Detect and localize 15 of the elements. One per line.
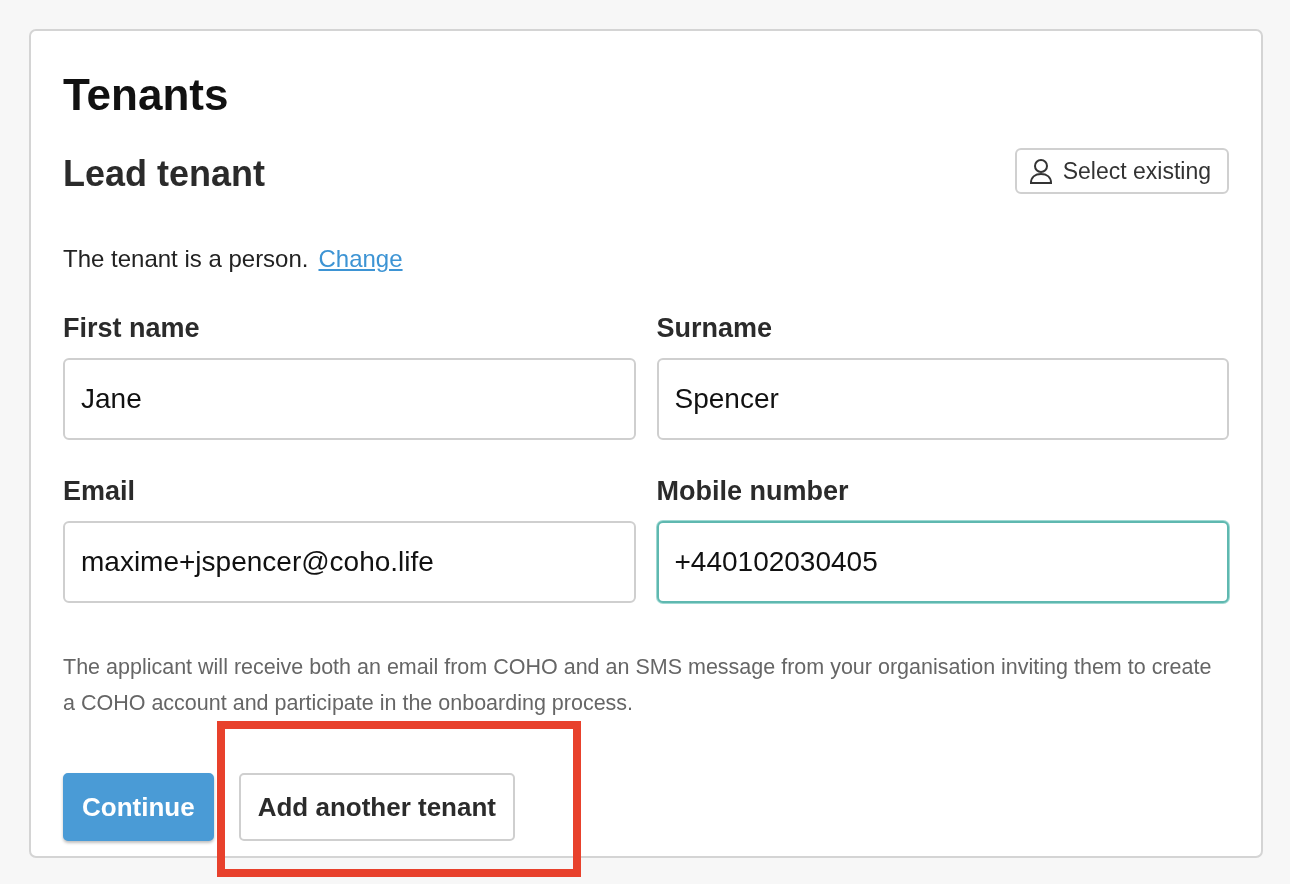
tenant-type-text: The tenant is a person. bbox=[63, 245, 309, 273]
field-label: Email bbox=[63, 476, 137, 507]
input-field[interactable]: +440102030405 bbox=[656, 521, 1229, 603]
person-icon bbox=[1028, 158, 1053, 184]
input-field[interactable]: maxime+jspencer@coho.life bbox=[63, 521, 636, 603]
helper-text: The applicant will receive both an email from COHO and an SMS message from your organisation inviting them to create a COHO account and participate in the onboarding process. bbox=[63, 654, 1213, 717]
field-label: First name bbox=[63, 313, 201, 344]
add-tenant-button[interactable]: Add another tenant bbox=[238, 773, 515, 841]
input-field[interactable]: Jane bbox=[63, 358, 636, 440]
input-field[interactable]: Spencer bbox=[656, 358, 1229, 440]
select-existing-button[interactable]: Select existing bbox=[1014, 148, 1229, 194]
page-title: Tenants bbox=[63, 69, 230, 121]
field-label: Surname bbox=[656, 313, 774, 344]
field-label: Mobile number bbox=[656, 476, 850, 507]
section-title: Lead tenant bbox=[63, 153, 266, 195]
